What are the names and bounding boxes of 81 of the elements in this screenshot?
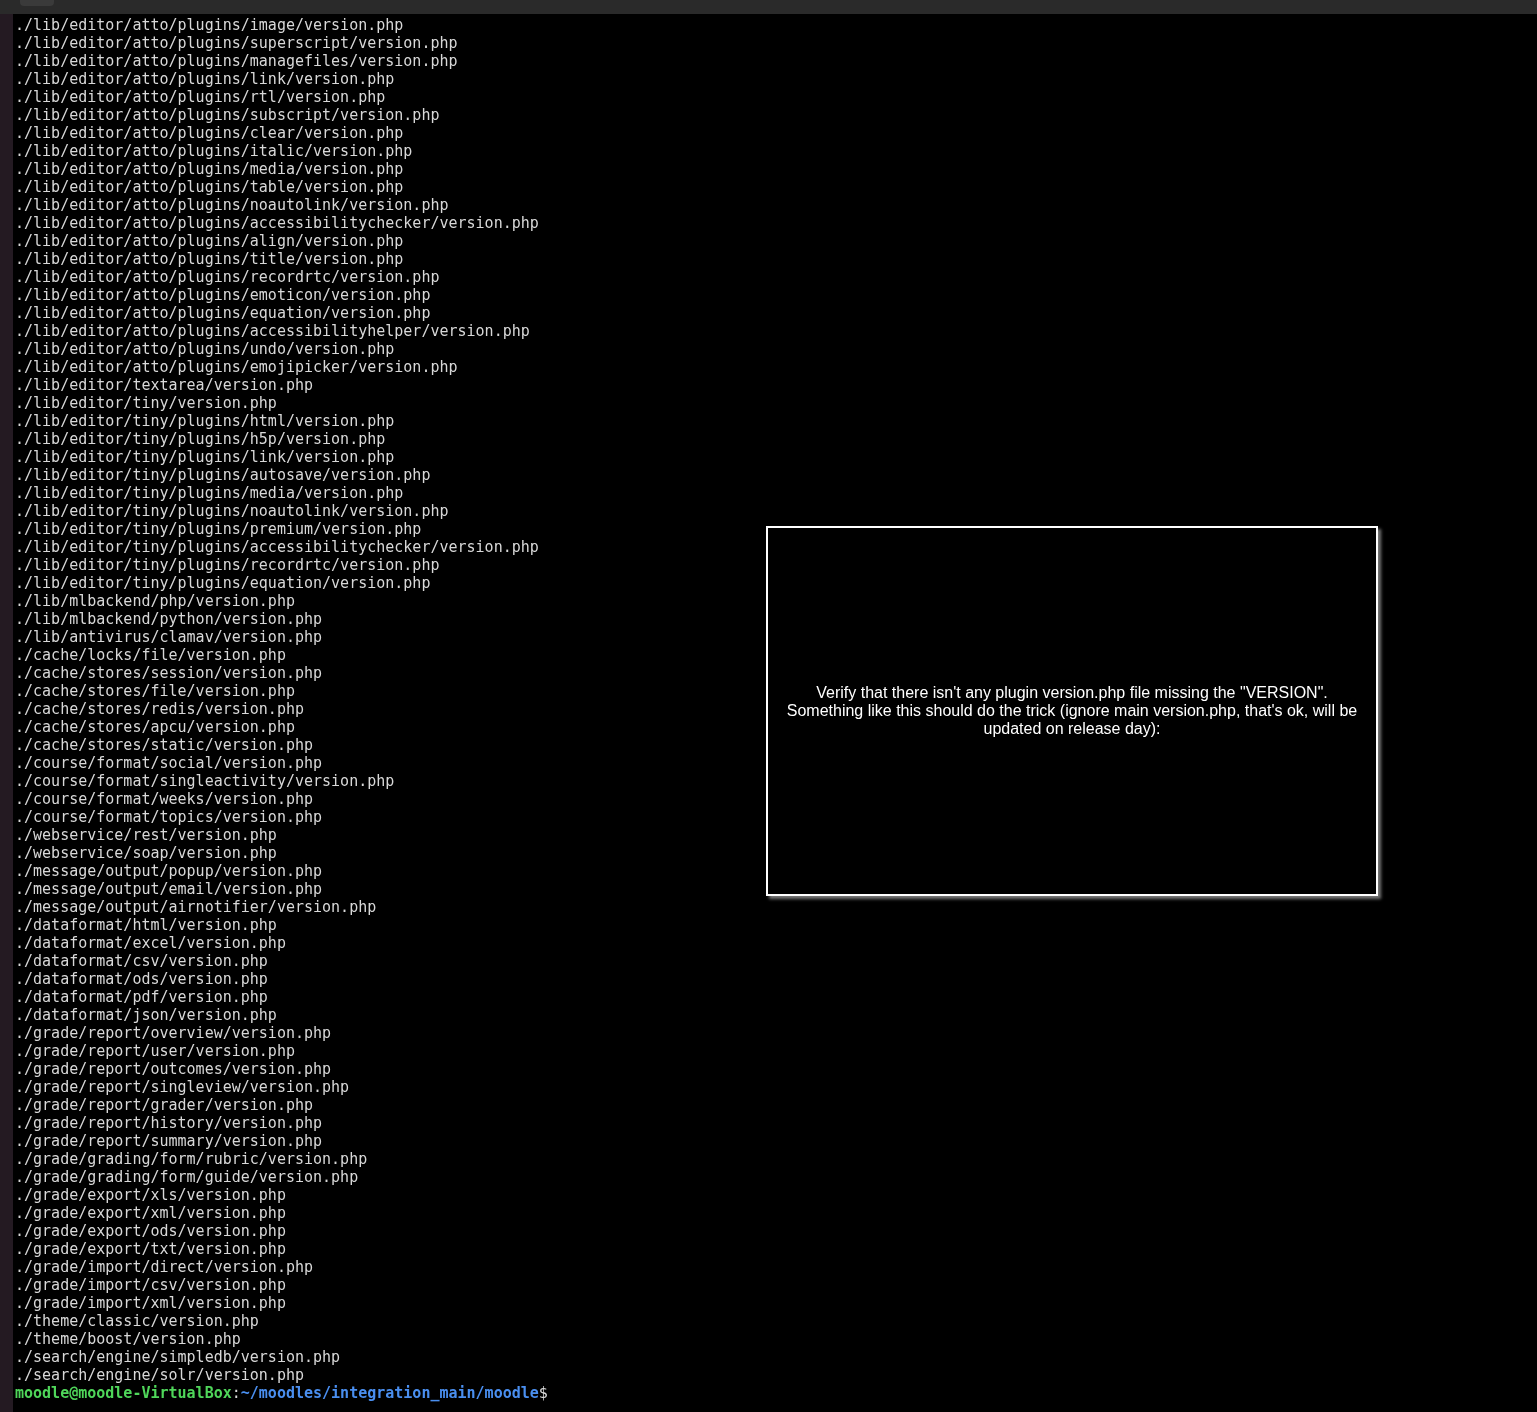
output-line: ./lib/editor/atto/plugins/noautolink/version.php: [15, 196, 450, 214]
output-line: ./lib/editor/atto/plugins/media/version.php: [15, 160, 405, 178]
output-line: ./theme/boost/version.php: [15, 1330, 242, 1348]
prompt-path: ~/moodles/integration_main/moodle: [240, 1384, 539, 1402]
output-line: ./lib/editor/tiny/plugins/link/version.php: [15, 448, 396, 466]
output-line: ./lib/editor/tiny/plugins/recordrtc/version.php: [15, 556, 441, 574]
output-line: ./lib/editor/atto/plugins/image/version.php: [15, 16, 405, 34]
output-line: ./lib/editor/tiny/plugins/autosave/version.php: [15, 466, 432, 484]
output-line: ./grade/report/overview/version.php: [15, 1024, 333, 1042]
output-line: ./webservice/soap/version.php: [15, 844, 278, 862]
output-line: ./course/format/topics/version.php: [15, 808, 324, 826]
output-line: ./cache/locks/file/version.php: [15, 646, 287, 664]
output-line: ./message/output/airnotifier/version.php: [15, 898, 378, 916]
output-line: ./grade/import/direct/version.php: [15, 1258, 314, 1276]
prompt-symbol: $: [538, 1384, 548, 1402]
output-line: ./course/format/singleactivity/version.php: [15, 772, 396, 790]
output-line: ./lib/editor/atto/plugins/align/version.php: [15, 232, 405, 250]
output-line: ./dataformat/html/version.php: [15, 916, 278, 934]
output-line: ./cache/stores/redis/version.php: [15, 700, 305, 718]
output-line: ./lib/editor/atto/plugins/italic/version.php: [15, 142, 414, 160]
output-line: ./lib/editor/tiny/plugins/equation/version.php: [15, 574, 432, 592]
output-line: ./cache/stores/file/version.php: [15, 682, 296, 700]
output-line: ./lib/editor/tiny/version.php: [15, 394, 278, 412]
output-line: ./lib/editor/atto/plugins/title/version.php: [15, 250, 405, 268]
output-line: ./lib/editor/tiny/plugins/accessibilitychecker/version.php: [15, 538, 540, 556]
note-text: Verify that there isn't any plugin version.php file missing the "VERSION". Something like this should do the trick (ignore main version.php, that's ok, will be updated on release day):: [786, 684, 1358, 738]
prompt-separator: :: [231, 1384, 241, 1402]
prompt-user-host: moodle@moodle-VirtualBox: [15, 1384, 232, 1402]
output-line: ./dataformat/ods/version.php: [15, 970, 269, 988]
output-line: ./lib/editor/atto/plugins/superscript/version.php: [15, 34, 459, 52]
output-line: ./grade/export/xls/version.php: [15, 1186, 287, 1204]
output-line: ./lib/editor/tiny/plugins/media/version.php: [15, 484, 405, 502]
output-line: ./grade/report/grader/version.php: [15, 1096, 314, 1114]
output-line: ./dataformat/pdf/version.php: [15, 988, 269, 1006]
output-line: ./lib/editor/atto/plugins/link/version.php: [15, 70, 396, 88]
output-line: ./lib/editor/atto/plugins/undo/version.php: [15, 340, 396, 358]
output-line: ./cache/stores/session/version.php: [15, 664, 324, 682]
output-line: ./webservice/rest/version.php: [15, 826, 278, 844]
output-line: ./grade/import/xml/version.php: [15, 1294, 287, 1312]
output-line: ./grade/report/history/version.php: [15, 1114, 324, 1132]
output-line: ./dataformat/excel/version.php: [15, 934, 287, 952]
output-line: ./lib/editor/atto/plugins/emoticon/version.php: [15, 286, 432, 304]
output-line: ./cache/stores/apcu/version.php: [15, 718, 296, 736]
output-line: ./message/output/popup/version.php: [15, 862, 324, 880]
output-line: ./lib/editor/atto/plugins/clear/version.php: [15, 124, 405, 142]
output-line: ./grade/report/singleview/version.php: [15, 1078, 351, 1096]
output-line: ./grade/export/txt/version.php: [15, 1240, 287, 1258]
output-line: ./lib/editor/atto/plugins/equation/version.php: [15, 304, 432, 322]
output-line: ./search/engine/simpledb/version.php: [15, 1348, 342, 1366]
output-line: ./lib/editor/atto/plugins/accessibilitychecker/version.php: [15, 214, 540, 232]
output-line: ./lib/editor/tiny/plugins/noautolink/version.php: [15, 502, 450, 520]
output-line: ./search/engine/solr/version.php: [15, 1366, 305, 1384]
output-line: ./lib/mlbackend/php/version.php: [15, 592, 296, 610]
output-line: ./grade/report/outcomes/version.php: [15, 1060, 333, 1078]
output-line: ./lib/editor/atto/plugins/managefiles/version.php: [15, 52, 459, 70]
output-line: ./lib/antivirus/clamav/version.php: [15, 628, 324, 646]
output-line: ./lib/editor/atto/plugins/rtl/version.php: [15, 88, 387, 106]
output-line: ./grade/grading/form/rubric/version.php: [15, 1150, 369, 1168]
output-line: ./dataformat/json/version.php: [15, 1006, 278, 1024]
output-line: ./cache/stores/static/version.php: [15, 736, 314, 754]
output-line: ./grade/import/csv/version.php: [15, 1276, 287, 1294]
output-line: ./grade/export/xml/version.php: [15, 1204, 287, 1222]
output-line: ./lib/editor/textarea/version.php: [15, 376, 314, 394]
output-line: ./lib/editor/tiny/plugins/premium/version.php: [15, 520, 423, 538]
output-line: ./lib/mlbackend/python/version.php: [15, 610, 324, 628]
output-line: ./lib/editor/atto/plugins/recordrtc/version.php: [15, 268, 441, 286]
output-line: ./lib/editor/atto/plugins/emojipicker/version.php: [15, 358, 459, 376]
output-line: ./theme/classic/version.php: [15, 1312, 260, 1330]
output-line: ./grade/report/user/version.php: [15, 1042, 296, 1060]
output-line: ./lib/editor/atto/plugins/subscript/version.php: [15, 106, 441, 124]
output-line: ./course/format/weeks/version.php: [15, 790, 314, 808]
output-line: ./grade/export/ods/version.php: [15, 1222, 287, 1240]
output-line: ./message/output/email/version.php: [15, 880, 324, 898]
output-line: ./lib/editor/tiny/plugins/h5p/version.php: [15, 430, 387, 448]
output-line: ./lib/editor/atto/plugins/table/version.php: [15, 178, 405, 196]
output-line: ./dataformat/csv/version.php: [15, 952, 269, 970]
output-line: ./grade/grading/form/guide/version.php: [15, 1168, 360, 1186]
output-line: ./lib/editor/tiny/plugins/html/version.php: [15, 412, 396, 430]
output-line: ./course/format/social/version.php: [15, 754, 324, 772]
output-line: ./grade/report/summary/version.php: [15, 1132, 324, 1150]
output-line: ./lib/editor/atto/plugins/accessibilityhelper/version.php: [15, 322, 531, 340]
